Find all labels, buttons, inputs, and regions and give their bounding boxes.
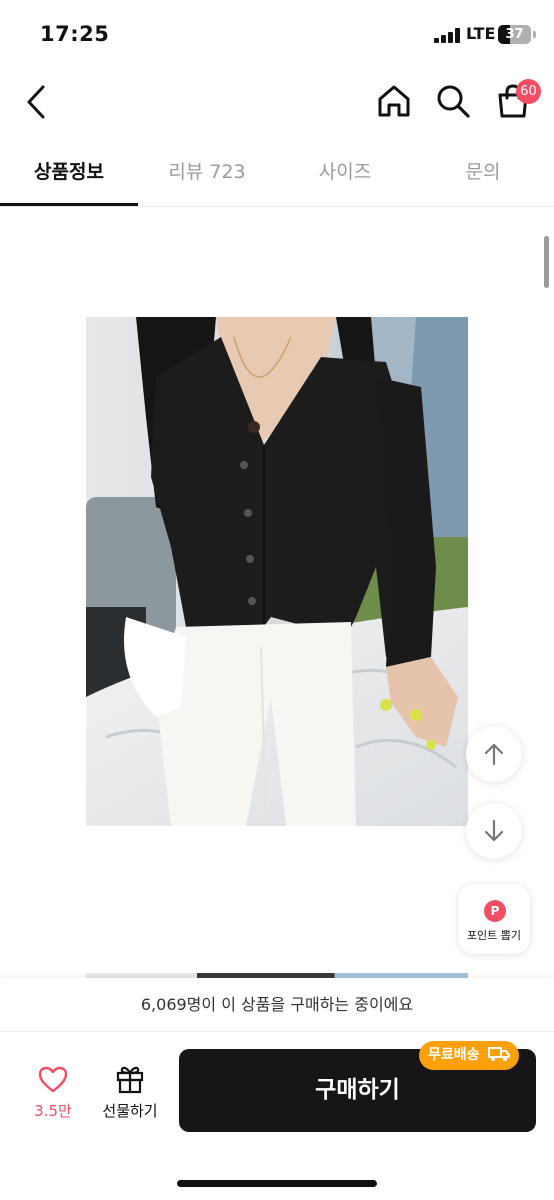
cart-badge: 60 (516, 79, 541, 104)
purchase-count-text: 6,069명이 이 상품을 구매하는 중이에요 (0, 978, 554, 1032)
arrow-up-icon (484, 743, 504, 766)
search-button[interactable] (433, 81, 473, 121)
chevron-left-icon (27, 85, 45, 119)
battery-level: 37 (505, 27, 524, 42)
free-shipping-badge: 무료배송 (419, 1041, 520, 1070)
gift-button[interactable]: 선물하기 (94, 1044, 166, 1130)
point-draw-label: 포인트 뽑기 (466, 929, 522, 942)
home-button[interactable] (374, 81, 414, 121)
like-button[interactable]: 3.5만 (20, 1044, 86, 1130)
like-count: 3.5만 (34, 1102, 72, 1120)
battery-tip (533, 31, 536, 38)
scroll-down-button[interactable] (466, 803, 522, 859)
home-indicator[interactable] (177, 1180, 377, 1187)
network-label: LTE (466, 24, 496, 43)
point-icon: P (484, 900, 506, 922)
home-icon (378, 85, 410, 117)
tab-reviews[interactable]: 리뷰 723 (138, 140, 276, 206)
search-icon (437, 85, 470, 118)
arrow-down-icon (484, 819, 504, 842)
tab-product-info[interactable]: 상품정보 (0, 140, 138, 206)
nav-bar (0, 68, 554, 136)
status-time: 17:25 (40, 22, 110, 46)
back-button[interactable] (18, 82, 54, 122)
free-shipping-label: 무료배송 (428, 1047, 480, 1063)
heart-icon (38, 1066, 68, 1093)
truck-icon (488, 1047, 511, 1061)
tab-size[interactable]: 사이즈 (276, 140, 414, 206)
purchase-bar: 6,069명이 이 상품을 구매하는 중이에요 3.5만 선물하기 구매하기 무… (0, 978, 554, 1200)
point-draw-button[interactable]: P 포인트 뽑기 (458, 884, 530, 954)
gift-icon (116, 1066, 144, 1094)
scrollbar[interactable] (544, 236, 549, 288)
gift-label: 선물하기 (102, 1102, 158, 1120)
status-bar: 17:25 LTE 37 (0, 0, 554, 68)
tab-bar: 상품정보 리뷰 723 사이즈 문의 (0, 140, 554, 207)
signal-icon (434, 28, 462, 43)
battery-icon: 37 (498, 25, 531, 44)
scroll-up-button[interactable] (466, 726, 522, 782)
tab-inquiry[interactable]: 문의 (414, 140, 552, 206)
product-image (86, 317, 468, 826)
